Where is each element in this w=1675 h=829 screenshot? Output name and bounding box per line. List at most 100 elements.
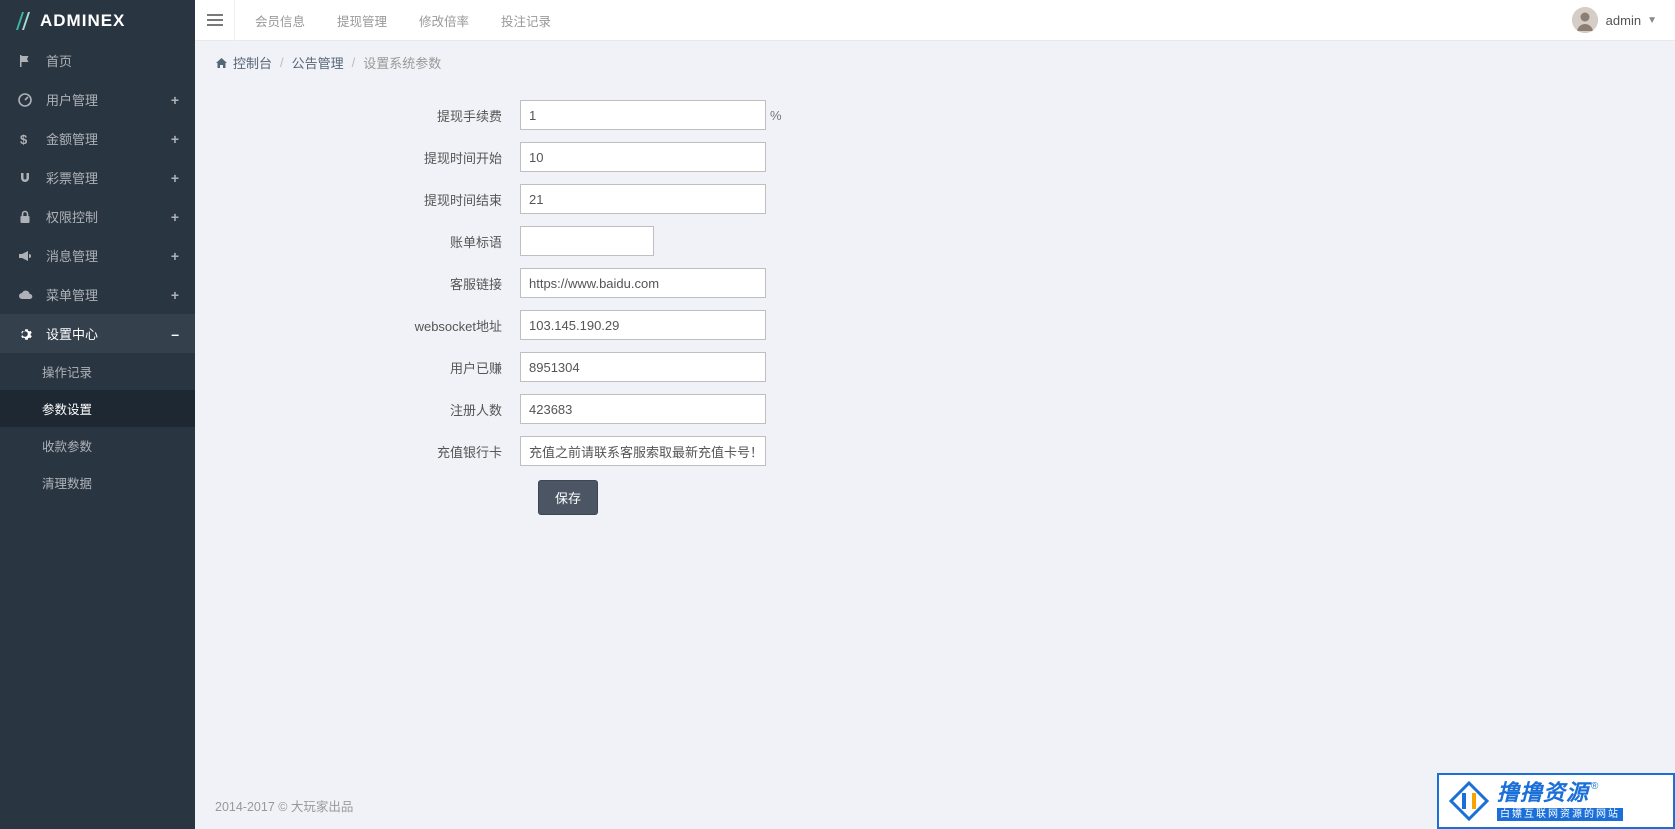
watermark-reg: ® — [1591, 781, 1598, 792]
sidebar-nav: 首页 用户管理 + $ 金额管理 + — [0, 41, 195, 353]
tab-modify-rate[interactable]: 修改倍率 — [403, 0, 485, 41]
expand-icon: + — [171, 131, 179, 147]
dashboard-icon — [16, 93, 34, 107]
watermark-icon — [1447, 779, 1491, 823]
label-withdraw-end: 提现时间结束 — [325, 190, 520, 209]
breadcrumb-sep: / — [352, 55, 356, 70]
input-bill-slogan[interactable] — [520, 226, 654, 256]
label-withdraw-fee: 提现手续费 — [325, 106, 520, 125]
main-area: 会员信息 提现管理 修改倍率 投注记录 admin ▼ 控制台 — [195, 0, 1675, 829]
sub-item-clean[interactable]: 清理数据 — [0, 464, 195, 501]
label-user-earned: 用户已赚 — [325, 358, 520, 377]
sidebar-item-home[interactable]: 首页 — [0, 41, 195, 80]
sidebar-item-label: 消息管理 — [46, 246, 98, 265]
flag-icon — [16, 54, 34, 68]
watermark-badge: 撸撸资源 ® 白嫖互联网资源的网站 — [1437, 773, 1675, 829]
sidebar-toggle-button[interactable] — [195, 0, 235, 41]
row-withdraw-start: 提现时间开始 — [325, 142, 1225, 172]
input-withdraw-start[interactable] — [520, 142, 766, 172]
row-register-count: 注册人数 — [325, 394, 1225, 424]
magnet-icon — [16, 171, 34, 185]
sub-item-label: 收款参数 — [42, 440, 92, 454]
row-bill-slogan: 账单标语 — [325, 226, 1225, 256]
sub-item-label: 参数设置 — [42, 403, 92, 417]
breadcrumb-sep: / — [280, 55, 284, 70]
sub-item-oplog[interactable]: 操作记录 — [0, 353, 195, 390]
brand-logo: ADMINEX — [0, 0, 195, 41]
sidebar-item-lottery[interactable]: 彩票管理 + — [0, 158, 195, 197]
expand-icon: + — [171, 248, 179, 264]
sub-item-label: 清理数据 — [42, 477, 92, 491]
label-withdraw-start: 提现时间开始 — [325, 148, 520, 167]
bullhorn-icon — [16, 249, 34, 263]
sidebar-item-label: 菜单管理 — [46, 285, 98, 304]
input-recharge-bank[interactable] — [520, 436, 766, 466]
button-row: 保存 — [325, 480, 1225, 515]
label-websocket: websocket地址 — [325, 316, 520, 335]
collapse-icon: – — [171, 326, 179, 342]
sidebar-item-label: 设置中心 — [46, 324, 98, 343]
top-tabs: 会员信息 提现管理 修改倍率 投注记录 — [239, 0, 567, 41]
sidebar-item-permission[interactable]: 权限控制 + — [0, 197, 195, 236]
breadcrumb-mid[interactable]: 公告管理 — [292, 53, 344, 72]
breadcrumb-home-label: 控制台 — [233, 53, 272, 72]
input-websocket[interactable] — [520, 310, 766, 340]
tab-member-info[interactable]: 会员信息 — [239, 0, 321, 41]
sub-item-params[interactable]: 参数设置 — [0, 390, 195, 427]
label-register-count: 注册人数 — [325, 400, 520, 419]
label-recharge-bank: 充值银行卡 — [325, 442, 520, 461]
content: 提现手续费 % 提现时间开始 提现时间结束 账单标语 客服链 — [195, 80, 1675, 782]
sidebar-item-menu[interactable]: 菜单管理 + — [0, 275, 195, 314]
user-name: admin — [1606, 13, 1641, 28]
sidebar-item-settings[interactable]: 设置中心 – — [0, 314, 195, 353]
sidebar-item-users[interactable]: 用户管理 + — [0, 80, 195, 119]
suffix-percent: % — [770, 108, 782, 123]
expand-icon: + — [171, 209, 179, 225]
sidebar-item-label: 彩票管理 — [46, 168, 98, 187]
avatar — [1572, 7, 1598, 33]
row-withdraw-fee: 提现手续费 % — [325, 100, 1225, 130]
sidebar-item-label: 金额管理 — [46, 129, 98, 148]
dollar-icon: $ — [16, 132, 34, 146]
tab-bet-record[interactable]: 投注记录 — [485, 0, 567, 41]
topbar: 会员信息 提现管理 修改倍率 投注记录 admin ▼ — [195, 0, 1675, 41]
label-bill-slogan: 账单标语 — [325, 232, 520, 251]
brand-icon — [14, 10, 32, 32]
input-service-link[interactable] — [520, 268, 766, 298]
breadcrumb: 控制台 / 公告管理 / 设置系统参数 — [195, 41, 1675, 80]
input-register-count[interactable] — [520, 394, 766, 424]
tab-withdraw-manage[interactable]: 提现管理 — [321, 0, 403, 41]
sidebar-item-message[interactable]: 消息管理 + — [0, 236, 195, 275]
row-recharge-bank: 充值银行卡 — [325, 436, 1225, 466]
tab-label: 修改倍率 — [419, 11, 469, 30]
row-websocket: websocket地址 — [325, 310, 1225, 340]
expand-icon: + — [171, 170, 179, 186]
svg-text:$: $ — [20, 132, 28, 146]
hamburger-icon — [207, 13, 223, 27]
tab-label: 提现管理 — [337, 11, 387, 30]
settings-form: 提现手续费 % 提现时间开始 提现时间结束 账单标语 客服链 — [325, 100, 1225, 515]
tab-label: 投注记录 — [501, 11, 551, 30]
row-service-link: 客服链接 — [325, 268, 1225, 298]
caret-down-icon: ▼ — [1647, 15, 1657, 26]
input-user-earned[interactable] — [520, 352, 766, 382]
breadcrumb-home[interactable]: 控制台 — [215, 53, 272, 72]
row-withdraw-end: 提现时间结束 — [325, 184, 1225, 214]
sidebar-item-money[interactable]: $ 金额管理 + — [0, 119, 195, 158]
sidebar-item-label: 用户管理 — [46, 90, 98, 109]
save-button[interactable]: 保存 — [538, 480, 598, 515]
sidebar-item-label: 权限控制 — [46, 207, 98, 226]
home-icon — [215, 57, 228, 69]
watermark-title: 撸撸资源 — [1497, 781, 1589, 805]
row-user-earned: 用户已赚 — [325, 352, 1225, 382]
sidebar: ADMINEX 首页 用户管理 + $ 金额管理 — [0, 0, 195, 829]
sub-item-label: 操作记录 — [42, 366, 92, 380]
expand-icon: + — [171, 287, 179, 303]
input-withdraw-end[interactable] — [520, 184, 766, 214]
sub-item-receive[interactable]: 收款参数 — [0, 427, 195, 464]
expand-icon: + — [171, 92, 179, 108]
brand-text: ADMINEX — [40, 11, 125, 31]
user-menu[interactable]: admin ▼ — [1572, 7, 1657, 33]
sidebar-item-label: 首页 — [46, 51, 72, 70]
input-withdraw-fee[interactable] — [520, 100, 766, 130]
